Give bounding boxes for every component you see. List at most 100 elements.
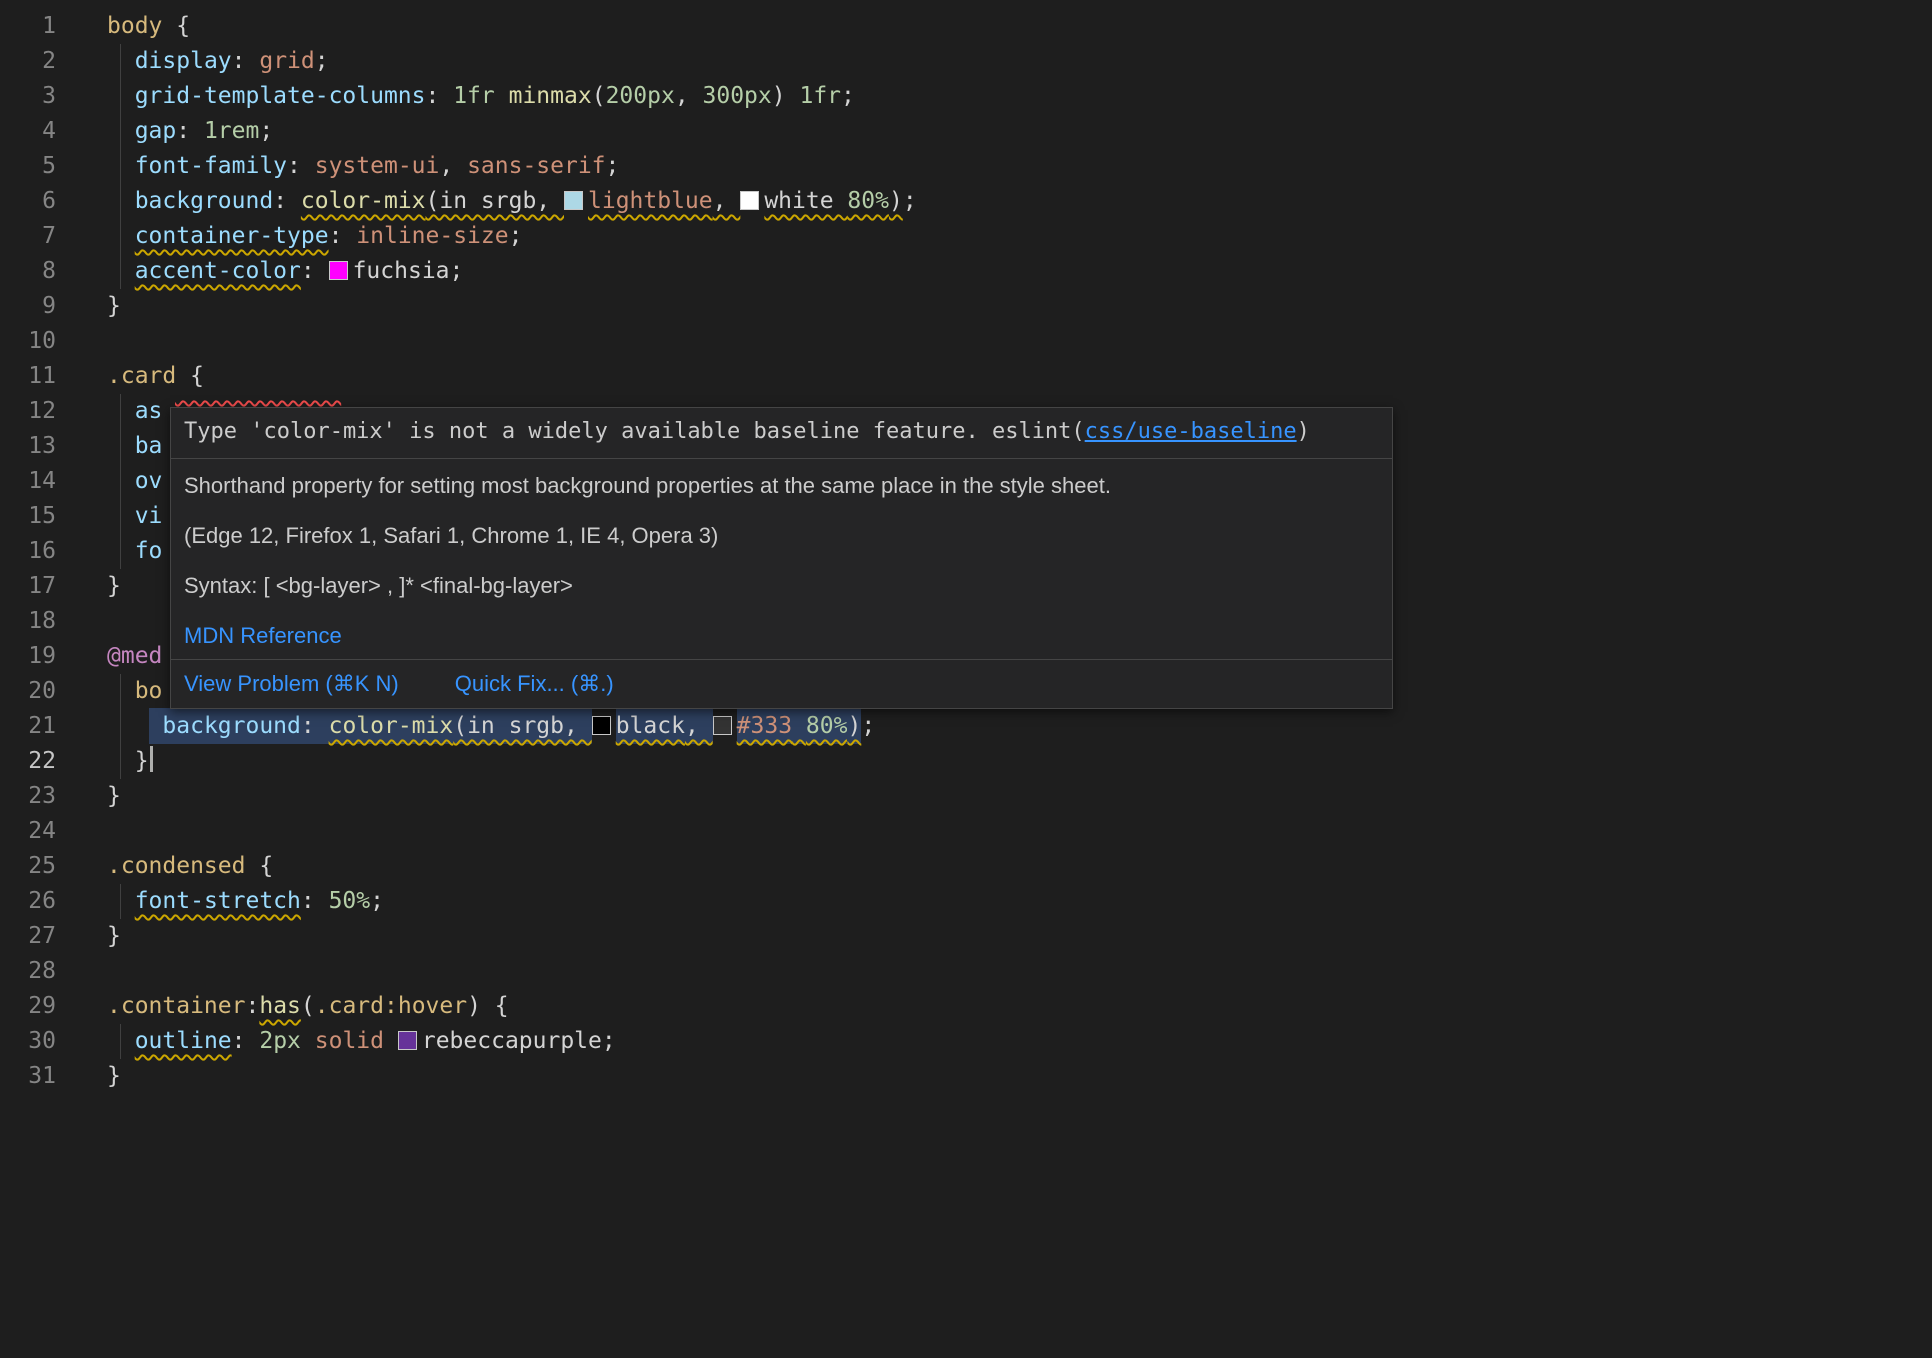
code-line[interactable]: 26 font-stretch: 50%; [0, 884, 1932, 919]
code-line[interactable]: 5 font-family: system-ui, sans-serif; [0, 149, 1932, 184]
code-line[interactable]: 22 } [0, 744, 1932, 779]
code-line[interactable]: 28 [0, 954, 1932, 989]
line-number: 22 [0, 744, 56, 779]
code-line[interactable]: 31} [0, 1059, 1932, 1094]
code-line[interactable]: 4 gap: 1rem; [0, 114, 1932, 149]
code-token: , [713, 188, 741, 214]
code-line[interactable]: 1body { [0, 9, 1932, 44]
code-token: 1rem [204, 118, 259, 144]
indent-guide-line [120, 254, 121, 289]
code-token: ; [841, 83, 855, 109]
editor[interactable]: 1body {2 display: grid;3 grid-template-c… [0, 0, 1932, 1358]
code-line[interactable]: 29.container:has(.card:hover) { [0, 989, 1932, 1024]
code-token: } [107, 293, 121, 319]
code-token: fuchsia [353, 258, 450, 284]
code-token: minmax [509, 83, 592, 109]
line-number: 2 [0, 44, 56, 79]
code-token: background [135, 188, 273, 214]
code-line[interactable]: 25 .condensed { [0, 849, 1932, 884]
line-number: 20 [0, 674, 56, 709]
code-token: ; [450, 258, 464, 284]
code-token: ( [301, 993, 315, 1019]
code-token: grid [259, 48, 314, 74]
indent-guide-line [120, 499, 121, 534]
error-squiggle-fragment [175, 374, 341, 400]
doc-browser-support: (Edge 12, Firefox 1, Safari 1, Chrome 1,… [184, 521, 1379, 551]
code-content [107, 954, 1932, 989]
line-number: 14 [0, 464, 56, 499]
code-line[interactable]: 30 outline: 2px solid rebeccapurple; [0, 1024, 1932, 1059]
code-line[interactable]: 6 background: color-mix(in srgb, lightbl… [0, 184, 1932, 219]
text-cursor [150, 746, 153, 772]
line-number: 23 [0, 779, 56, 814]
line-number: 28 [0, 954, 56, 989]
code-token: outline [135, 1028, 232, 1054]
view-problem-action[interactable]: View Problem (⌘K N) [184, 669, 399, 699]
code-line[interactable]: 7 container-type: inline-size; [0, 219, 1932, 254]
code-content: } [107, 919, 1932, 954]
code-token: ; [315, 48, 329, 74]
eslint-rule-link[interactable]: css/use-baseline [1085, 419, 1297, 444]
code-line[interactable]: 9} [0, 289, 1932, 324]
line-number: 7 [0, 219, 56, 254]
code-content: body { [107, 9, 1932, 44]
code-token: ) [847, 708, 861, 744]
code-token: accent-color [135, 258, 301, 284]
diagnostic-message: Type 'color-mix' is not a widely availab… [171, 408, 1392, 459]
hover-actions: View Problem (⌘K N) Quick Fix... (⌘.) [171, 659, 1392, 708]
code-token: 80% [847, 188, 889, 214]
indent-guide-line [120, 429, 121, 464]
code-token: .container [107, 993, 245, 1019]
code-token: container-type [135, 223, 329, 249]
line-number: 21 [0, 709, 56, 744]
indent-guide-line [120, 464, 121, 499]
code-token: background [162, 708, 300, 744]
code-token: color-mix [301, 188, 426, 214]
code-token: : [287, 153, 315, 179]
line-number: 16 [0, 534, 56, 569]
line-number: 26 [0, 884, 56, 919]
code-token: ; [861, 713, 875, 739]
code-token: 1fr [453, 83, 495, 109]
code-line[interactable]: 2 display: grid; [0, 44, 1932, 79]
color-swatch [740, 191, 759, 210]
code-token: (in srgb, [453, 708, 591, 744]
code-token: vi [135, 503, 163, 529]
code-token: } [107, 923, 121, 949]
code-token: ov [135, 468, 163, 494]
code-token [792, 708, 806, 744]
code-token: 2px [259, 1028, 301, 1054]
code-line[interactable]: 27} [0, 919, 1932, 954]
doc-section: Shorthand property for setting most back… [171, 459, 1392, 659]
line-number: 5 [0, 149, 56, 184]
code-token: : [301, 888, 329, 914]
line-number: 27 [0, 919, 56, 954]
code-token: ; [602, 1028, 616, 1054]
code-content: } [107, 289, 1932, 324]
code-token: rebeccapurple [422, 1028, 602, 1054]
code-token: , [685, 708, 713, 744]
code-line[interactable]: 3 grid-template-columns: 1fr minmax(200p… [0, 79, 1932, 114]
code-content: outline: 2px solid rebeccapurple; [107, 1024, 1932, 1059]
quick-fix-action[interactable]: Quick Fix... (⌘.) [455, 669, 614, 699]
code-token: : [232, 48, 260, 74]
code-line[interactable]: 8 accent-color: fuchsia; [0, 254, 1932, 289]
line-number: 19 [0, 639, 56, 674]
line-number: 25 [0, 849, 56, 884]
code-line[interactable]: 21 background: color-mix(in srgb, black,… [0, 709, 1932, 744]
code-line[interactable]: 23} [0, 779, 1932, 814]
code-token: , [439, 153, 467, 179]
indent-guide-line [120, 744, 121, 779]
code-content: } [107, 1059, 1932, 1094]
indent-guide-line [120, 219, 121, 254]
code-line[interactable]: 24 [0, 814, 1932, 849]
code-token: 300px [703, 83, 772, 109]
code-content: background: color-mix(in srgb, lightblue… [107, 184, 1932, 219]
code-token: solid [315, 1028, 384, 1054]
code-token: font-stretch [135, 888, 301, 914]
code-line[interactable]: 10 [0, 324, 1932, 359]
code-token: fo [135, 538, 163, 564]
code-content: .condensed { [107, 849, 1932, 884]
code-token: : [301, 258, 329, 284]
mdn-reference-link[interactable]: MDN Reference [184, 623, 342, 648]
